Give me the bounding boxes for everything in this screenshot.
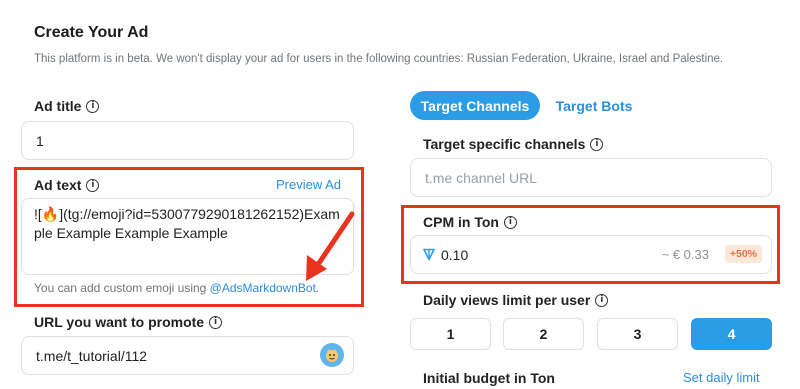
daily-views-option-4[interactable]: 4	[691, 318, 772, 350]
daily-views-option-2[interactable]: 2	[503, 318, 584, 350]
target-channels-label: Target specific channels i	[423, 136, 604, 152]
emoji-picker-icon[interactable]	[320, 343, 344, 367]
target-channels-label-text: Target specific channels	[423, 136, 586, 152]
daily-views-option-3[interactable]: 3	[597, 318, 678, 350]
url-input[interactable]: t.me/t_tutorial/112	[21, 336, 354, 375]
daily-views-option-1[interactable]: 1	[410, 318, 491, 350]
info-icon[interactable]: i	[209, 315, 223, 329]
channel-url-placeholder: t.me channel URL	[425, 169, 538, 186]
tab-target-bots[interactable]: Target Bots	[552, 91, 636, 120]
channel-url-input[interactable]: t.me channel URL	[410, 158, 772, 197]
daily-views-label-text: Daily views limit per user	[423, 292, 591, 308]
tab-target-channels[interactable]: Target Channels	[410, 91, 540, 120]
info-icon[interactable]: i	[590, 137, 604, 151]
url-label-text: URL you want to promote	[34, 314, 205, 330]
daily-views-label: Daily views limit per user i	[423, 292, 609, 308]
set-daily-limit-link[interactable]: Set daily limit	[683, 370, 760, 385]
info-icon[interactable]: i	[595, 293, 609, 307]
url-value: t.me/t_tutorial/112	[36, 347, 148, 364]
budget-label: Initial budget in Ton	[423, 370, 555, 386]
highlight-box-cpm	[401, 205, 780, 284]
url-label: URL you want to promote i	[34, 314, 223, 330]
